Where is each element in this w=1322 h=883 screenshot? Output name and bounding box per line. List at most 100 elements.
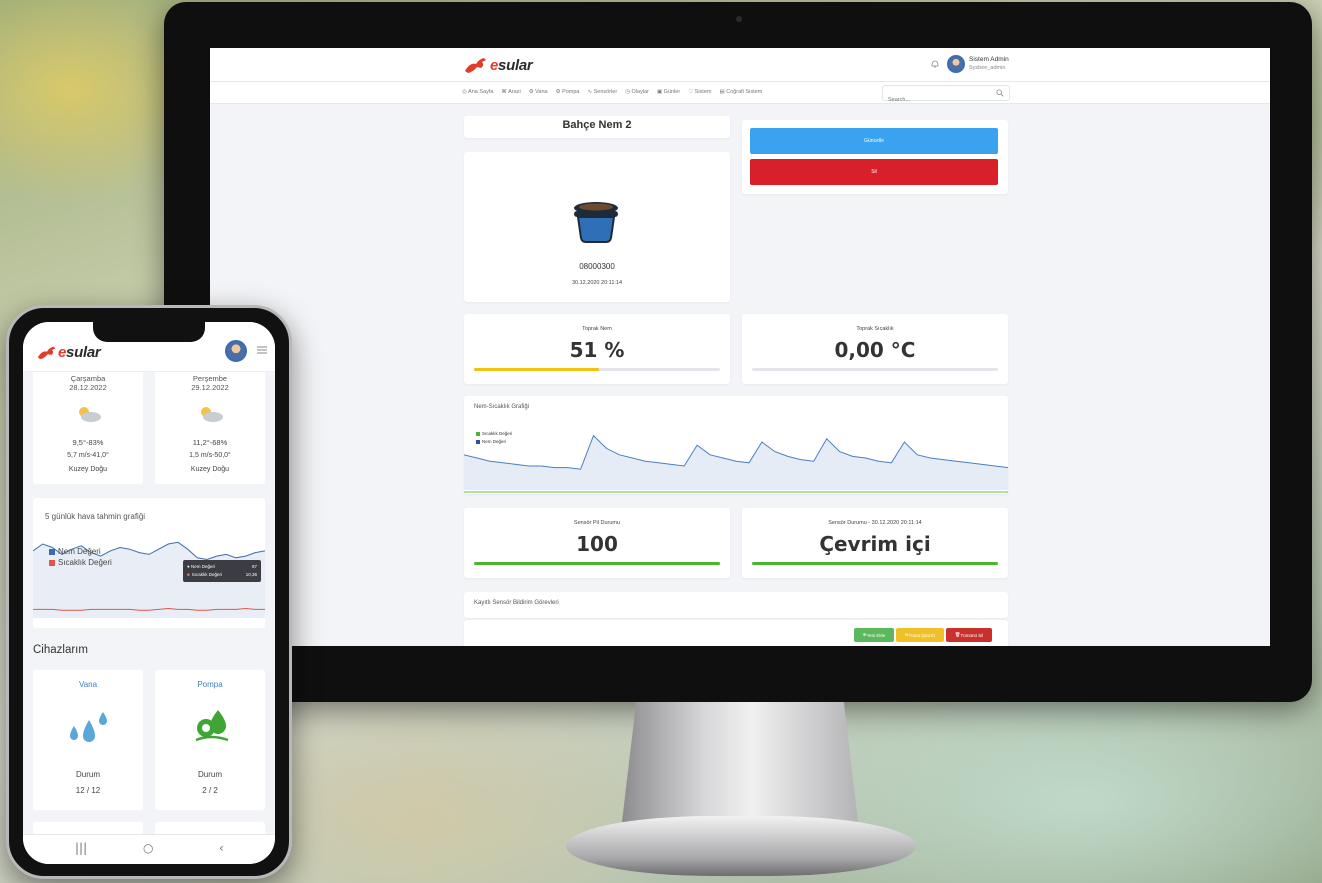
forecast-title: 5 günlük hava tahmin grafiği <box>45 512 146 521</box>
bell-icon[interactable] <box>930 59 940 69</box>
back-icon[interactable]: ‹ <box>219 841 224 855</box>
devices-title: Cihazlarım <box>33 644 88 656</box>
nav-item-days[interactable]: ▣ Günler <box>657 89 680 95</box>
phone-user-avatar[interactable] <box>225 340 247 362</box>
humidity-temp-chart-card: Nem-Sıcaklık Grafiği Sıcaklık Değeri Nem… <box>464 396 1008 494</box>
weather-temp: 9,5°-83% <box>72 438 104 447</box>
forecast-legend: Nem Değeri Sıcaklık Değeri <box>49 546 112 568</box>
weather-wind: 1,5 m/s-50,0° <box>189 452 231 459</box>
legend-humidity[interactable]: Nem Değeri <box>49 546 112 557</box>
weather-card-2: Perşembe 29.12.2022 11,2°-68% 1,5 m/s-50… <box>155 362 265 484</box>
humidity-line-area <box>464 435 1008 490</box>
tasks-actions: ⊕ Yeni Ekle ⊘ Tümü İptal Et 🗑 Tümünü Sil <box>464 620 1008 646</box>
weather-day: Çarşamba <box>70 374 106 383</box>
battery-value: 100 <box>576 532 618 556</box>
add-task-button[interactable]: ⊕ Yeni Ekle <box>854 628 894 642</box>
weather-wind: 5,7 m/s-41,0° <box>67 452 109 459</box>
home-button-icon[interactable]: ○ <box>143 841 153 855</box>
weather-day: Perşembe <box>192 374 228 383</box>
weather-date: 28.12.2022 <box>69 383 107 392</box>
hamburger-menu-icon[interactable] <box>257 346 267 354</box>
soil-temp-label: Toprak Sıcaklık <box>856 326 894 332</box>
forecast-chart-card: 5 günlük hava tahmin grafiği Nem Değeri … <box>33 498 265 628</box>
cancel-all-button[interactable]: ⊘ Tümü İptal Et <box>896 628 944 642</box>
soil-temp-card: Toprak Sıcaklık 0,00 °C <box>742 314 1008 384</box>
chart-legend: Sıcaklık Değeri Nem Değeri <box>476 430 512 446</box>
nav-item-land[interactable]: ⌘ Arazi <box>501 89 520 95</box>
horse-logo-icon <box>465 58 486 73</box>
soil-moisture-card: Toprak Nem 51 % <box>464 314 730 384</box>
nav-item-gis[interactable]: ▤ Coğrafi Sistem <box>719 89 762 95</box>
phone-logo[interactable]: esular <box>37 344 101 361</box>
main-nav: ◎ Ana Sayfa ⌘ Arazi ⚙ Vana ⚙ Pompa ∿ Sen… <box>210 82 1270 107</box>
humidity-temp-chart <box>464 434 1008 493</box>
delete-all-button[interactable]: 🗑 Tümünü Sil <box>946 628 992 642</box>
water-drops-icon <box>70 712 107 742</box>
battery-bar <box>474 562 720 565</box>
weather-direction: Kuzey Doğu <box>190 466 230 473</box>
user-name[interactable]: Sistem Admin <box>969 56 1009 63</box>
nav-items: ◎ Ana Sayfa ⌘ Arazi ⚙ Vana ⚙ Pompa ∿ Sen… <box>462 89 762 95</box>
legend-temp[interactable]: Sıcaklık Değeri <box>476 430 512 438</box>
nav-item-valve[interactable]: ⚙ Vana <box>529 89 548 95</box>
chart-tooltip: ● Nem Değeri 87 ■ Sıcaklık Değeri 10,36 <box>183 560 261 582</box>
device-card: 08000300 30.12.2020 20:11:14 <box>464 152 730 302</box>
soil-temp-bar <box>752 368 998 371</box>
partly-cloudy-icon <box>79 407 101 422</box>
page-title: Bahçe Nem 2 <box>562 119 632 131</box>
user-avatar[interactable] <box>947 55 965 73</box>
soil-moisture-value: 51 % <box>569 338 625 362</box>
weather-card-1: Çarşamba 28.12.2022 9,5°-83% 5,7 m/s-41,… <box>33 362 143 484</box>
nav-item-events[interactable]: ◷ Olaylar <box>625 89 649 95</box>
chart-title: Nem-Sıcaklık Grafiği <box>474 404 530 410</box>
soil-moisture-bar <box>474 368 720 371</box>
search-input[interactable] <box>883 93 991 107</box>
pump-gear-icon <box>195 710 229 742</box>
status-bar <box>752 562 998 565</box>
legend-humidity[interactable]: Nem Değeri <box>476 438 512 446</box>
webcam-dot <box>736 16 742 22</box>
status-value: Çevrim içi <box>819 532 931 556</box>
android-navbar: ||| ○ ‹ <box>23 834 275 864</box>
nav-item-sensors[interactable]: ∿ Sensörler <box>588 89 618 95</box>
device-status-value: 12 / 12 <box>75 786 101 795</box>
recent-apps-icon[interactable]: ||| <box>75 841 87 855</box>
phone-notch <box>93 322 205 342</box>
monitor-stand-neck <box>622 702 858 822</box>
device-status-value: 2 / 2 <box>202 786 218 795</box>
device-status-label: Durum <box>75 770 100 779</box>
sensor-pot-icon <box>574 202 618 243</box>
battery-bar-fill <box>474 562 720 565</box>
device-id: 08000300 <box>579 262 615 271</box>
search-icon[interactable] <box>996 89 1004 97</box>
device-card-valve[interactable]: Vana Durum 12 / 12 <box>33 670 143 810</box>
logo-text: esular <box>490 56 533 74</box>
soil-moisture-label: Toprak Nem <box>582 326 612 332</box>
device-name: Pompa <box>197 680 223 689</box>
nav-item-pump[interactable]: ⚙ Pompa <box>556 89 580 95</box>
status-bar-fill <box>752 562 998 565</box>
delete-button[interactable]: Sil <box>750 159 998 185</box>
weather-date: 29.12.2022 <box>191 383 229 392</box>
partly-cloudy-icon <box>201 407 223 422</box>
desktop-screen: esular Sistem Admin Sysbee_admin ◎ Ana S… <box>210 48 1270 646</box>
tasks-title: Kayıtlı Sensör Bildirim Görevleri <box>474 600 559 606</box>
nav-item-system[interactable]: ♡ Sistem <box>688 89 711 95</box>
desktop-monitor: esular Sistem Admin Sysbee_admin ◎ Ana S… <box>164 2 1312 702</box>
device-status-label: Durum <box>197 770 222 779</box>
soil-temp-value: 0,00 °C <box>834 338 916 362</box>
search-box <box>882 85 1010 107</box>
device-name: Vana <box>78 680 98 689</box>
weather-direction: Kuzey Doğu <box>68 466 108 473</box>
device-card-pump[interactable]: Pompa Durum 2 / 2 <box>155 670 265 810</box>
status-label: Sensör Durumu - 30.12.2020 20:11:14 <box>828 520 922 526</box>
phone-screen: Çarşamba 28.12.2022 9,5°-83% 5,7 m/s-41,… <box>23 322 275 864</box>
app-logo[interactable]: esular <box>464 52 533 78</box>
user-role: Sysbee_admin <box>969 65 1006 71</box>
horse-logo-icon <box>37 346 56 360</box>
update-button[interactable]: Güncelle <box>750 128 998 154</box>
legend-temp[interactable]: Sıcaklık Değeri <box>49 557 112 568</box>
nav-item-home[interactable]: ◎ Ana Sayfa <box>462 89 493 95</box>
top-header: esular Sistem Admin Sysbee_admin <box>210 48 1270 82</box>
weather-temp: 11,2°-68% <box>192 438 228 447</box>
